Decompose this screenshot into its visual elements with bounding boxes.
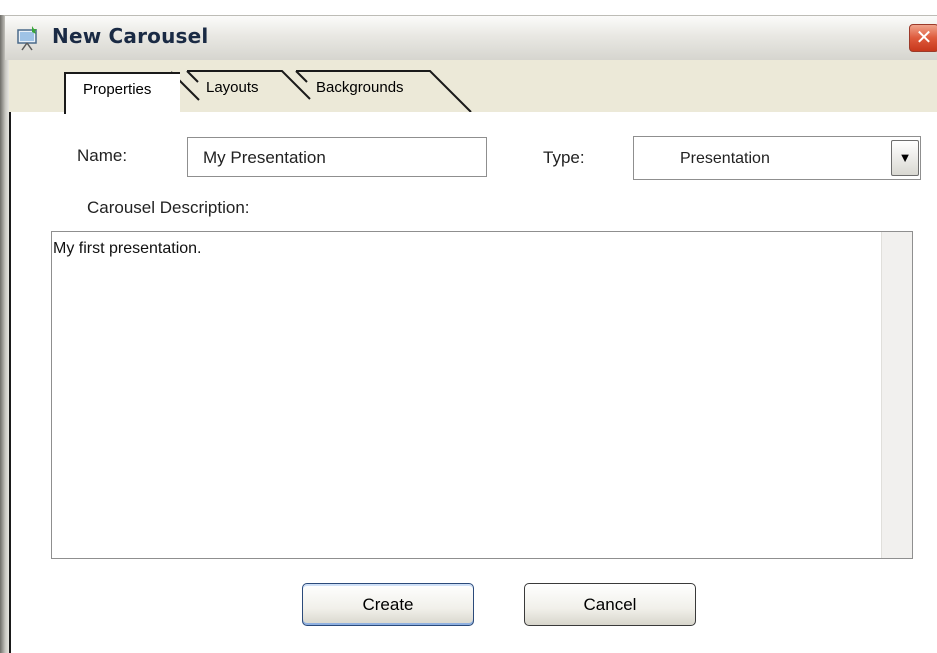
tab-backgrounds-label: Backgrounds xyxy=(316,79,404,96)
tab-properties[interactable]: Properties xyxy=(64,72,180,114)
tab-backgrounds[interactable]: Backgrounds xyxy=(316,72,436,112)
title-bar[interactable]: New Carousel ✕ xyxy=(5,15,937,60)
close-button[interactable]: ✕ xyxy=(909,24,937,52)
description-text: My first presentation. xyxy=(53,240,202,257)
window-left-border xyxy=(0,15,9,653)
window-title: New Carousel xyxy=(52,24,209,48)
cancel-button[interactable]: Cancel xyxy=(524,583,696,626)
description-scrollbar[interactable] xyxy=(881,232,912,558)
properties-panel: Name: My Presentation Type: Presentation… xyxy=(9,112,937,653)
new-carousel-dialog: New Carousel ✕ Properties Layouts Backgr… xyxy=(0,0,937,653)
tab-layouts[interactable]: Layouts xyxy=(206,72,286,112)
close-icon: ✕ xyxy=(915,25,933,49)
name-label: Name: xyxy=(77,146,128,165)
presentation-board-icon xyxy=(17,26,37,51)
create-button[interactable]: Create xyxy=(302,583,474,626)
chevron-down-icon: ▼ xyxy=(898,150,912,165)
type-select[interactable]: Presentation ▼ xyxy=(633,136,921,180)
tab-properties-label: Properties xyxy=(83,81,152,98)
type-selected-value: Presentation xyxy=(680,150,770,167)
description-label: Carousel Description: xyxy=(87,198,250,217)
tab-layouts-label: Layouts xyxy=(206,79,259,96)
type-label: Type: xyxy=(543,148,585,167)
description-textarea[interactable]: My first presentation. xyxy=(51,231,913,559)
type-dropdown-button[interactable]: ▼ xyxy=(891,140,919,176)
name-input[interactable]: My Presentation xyxy=(187,137,487,177)
tab-strip: Properties Layouts Backgrounds xyxy=(9,60,937,114)
